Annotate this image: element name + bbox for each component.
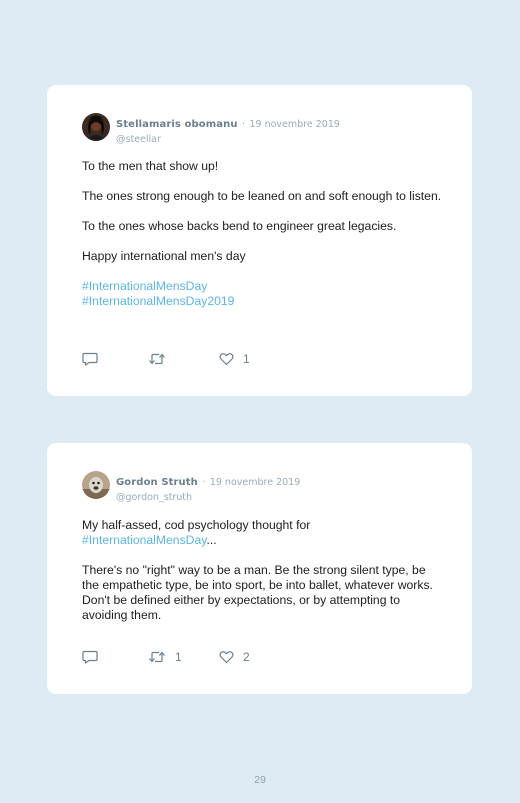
tweet-paragraph: The ones strong enough to be leaned on a…: [82, 189, 442, 203]
tweet-actions: 1: [82, 351, 282, 367]
comment-icon: [82, 650, 98, 664]
hashtag-link[interactable]: #InternationalMensDay: [82, 533, 206, 547]
like-count: 2: [243, 650, 250, 664]
retweet-count: 1: [175, 650, 182, 664]
truncation-ellipsis: ...: [206, 533, 217, 547]
retweet-icon: [149, 353, 165, 365]
avatar[interactable]: [82, 113, 110, 141]
heart-icon: [219, 353, 234, 366]
heart-icon: [219, 651, 234, 664]
tweet-intro: My half-assed, cod psychology thought fo…: [82, 518, 311, 532]
tweet-date[interactable]: 19 novembre 2019: [210, 477, 300, 488]
tweet-text: To the men that show up! The ones strong…: [82, 159, 444, 309]
tweet-card: Stellamaris obomanu · 19 novembre 2019 @…: [47, 85, 472, 396]
hashtag-link[interactable]: #InternationalMensDay2019: [82, 294, 234, 308]
tweet-paragraph: To the ones whose backs bend to engineer…: [82, 219, 397, 233]
author-name[interactable]: Gordon Struth: [116, 477, 198, 488]
tweet-actions: 1 2: [82, 649, 282, 665]
reply-button[interactable]: [82, 649, 98, 665]
like-button[interactable]: 2: [219, 649, 250, 665]
retweet-icon: [149, 651, 165, 663]
reply-button[interactable]: [82, 351, 98, 367]
tweet-paragraph: There's no "right" way to be a man. Be t…: [82, 563, 433, 622]
date-separator: ·: [202, 477, 206, 488]
retweet-button[interactable]: [148, 351, 175, 367]
retweet-button[interactable]: 1: [148, 649, 182, 665]
tweet-card: Gordon Struth · 19 novembre 2019 @gordon…: [47, 443, 472, 694]
tweet-paragraph: Happy international men's day: [82, 249, 246, 263]
author-name[interactable]: Stellamaris obomanu: [116, 119, 238, 130]
tweet-paragraph: To the men that show up!: [82, 159, 219, 173]
hashtag-link[interactable]: #InternationalMensDay: [82, 279, 207, 293]
avatar[interactable]: [82, 471, 110, 499]
page-number: 29: [254, 774, 266, 786]
like-button[interactable]: 1: [219, 351, 250, 367]
author-handle[interactable]: @gordon_struth: [116, 492, 300, 503]
comment-icon: [82, 352, 98, 366]
date-separator: ·: [242, 119, 246, 130]
author-handle[interactable]: @steellar: [116, 134, 340, 145]
tweet-text: My half-assed, cod psychology thought fo…: [82, 518, 444, 638]
tweet-date[interactable]: 19 novembre 2019: [249, 119, 339, 130]
like-count: 1: [243, 352, 250, 366]
